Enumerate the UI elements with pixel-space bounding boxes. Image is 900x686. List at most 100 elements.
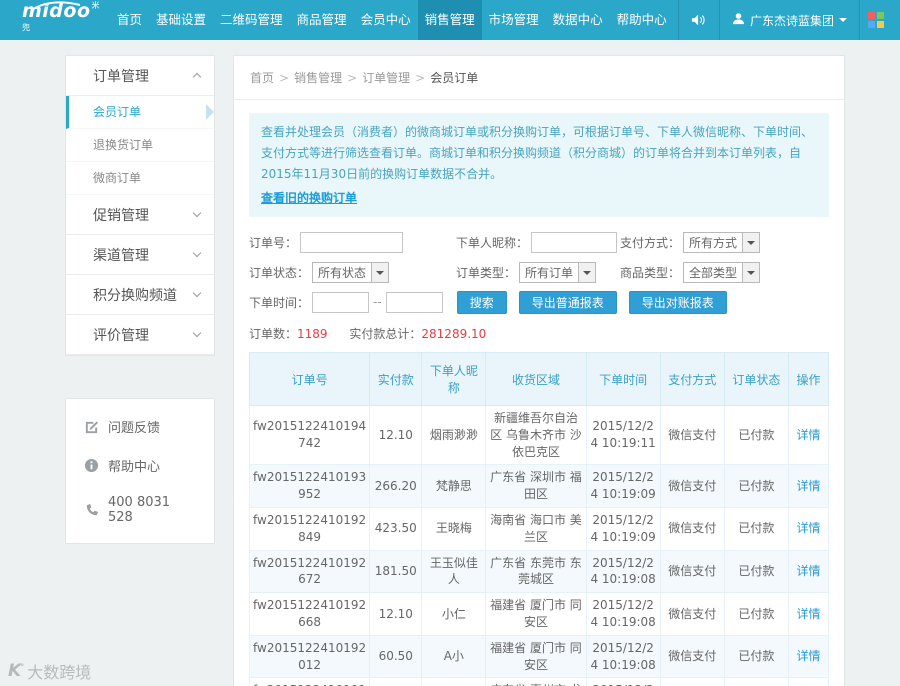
sidebar-group-2[interactable]: 渠道管理 (66, 235, 214, 275)
cell-amount: 181.50 (369, 549, 423, 594)
nav-item-2[interactable]: 二维码管理 (213, 0, 290, 40)
order-no-label: 订单号： (249, 235, 298, 250)
nav-item-5[interactable]: 销售管理 (417, 0, 482, 40)
sidebar-group-4[interactable]: 评价管理 (66, 315, 214, 355)
cell-order_no: fw2015122410191830 (248, 677, 371, 686)
sidebar: 订单管理会员订单 退换货订单 微商订单 促销管理 渠道管理积分换购频道评价管理 问题反馈… (65, 55, 215, 544)
cell-time: 2015/12/24 10:19:08 (585, 592, 661, 636)
cell-status: 已付款 (723, 549, 789, 594)
cell-action: 详情 (787, 634, 830, 679)
status-label: 订单状态： (249, 265, 310, 280)
col-header-6: 订单状态 (723, 352, 789, 406)
main-content: 首页 > 销售管理 > 订单管理 > 会员订单 查看并处理会员（消费者）的微商城订单或积分换… (233, 55, 845, 686)
sound-icon[interactable] (679, 0, 719, 40)
sidebar-group-3[interactable]: 积分换购频道 (66, 275, 214, 315)
user-menu[interactable]: 广东杰诗蓝集团 (720, 0, 859, 40)
user-icon (732, 12, 745, 28)
feedback-icon (84, 419, 99, 434)
sidebar-group-0[interactable]: 订单管理 (66, 56, 214, 96)
nav-item-8[interactable]: 帮助中心 (610, 0, 674, 40)
support-item-feedback[interactable]: 问题反馈 (66, 407, 214, 446)
nickname-input[interactable] (531, 231, 618, 253)
logo[interactable]: midoo米兜 (0, 0, 100, 41)
chevron-down-icon (192, 248, 202, 258)
nav-item-3[interactable]: 商品管理 (290, 0, 354, 40)
detail-link[interactable]: 详情 (796, 521, 820, 535)
cell-payment: 微信支付 (659, 549, 725, 594)
table-row: fw201512241019183012.10晓丹广东省 惠州市 龙门县2015… (248, 677, 830, 686)
total-paid-label: 实付款总计： (349, 327, 422, 341)
cell-status: 已付款 (723, 592, 789, 636)
cell-region: 海南省 海口市 美兰区 (485, 506, 587, 551)
breadcrumb-separator: > (279, 71, 290, 85)
export-statement-button[interactable]: 导出对账报表 (628, 290, 727, 314)
payment-select[interactable]: 所有方式 (683, 231, 761, 253)
help-icon (84, 458, 99, 473)
cell-payment: 微信支付 (659, 464, 725, 508)
sidebar-group-1[interactable]: 促销管理 (66, 195, 214, 235)
cell-payment: 微信支付 (659, 404, 725, 466)
support-item-phone[interactable]: 400 8031 528 (66, 485, 214, 535)
sidebar-item-0-0[interactable]: 会员订单 (66, 96, 214, 129)
search-button[interactable]: 搜索 (456, 290, 507, 314)
cell-status: 已付款 (723, 464, 789, 508)
goods-type-select[interactable]: 全部类型 (683, 261, 761, 283)
nav-item-6[interactable]: 市场管理 (482, 0, 546, 40)
table-row: fw2015122410192849 423.50 王晓梅 海南省 海口市 美兰区 20… (248, 506, 830, 551)
order-type-select[interactable]: 所有订单 (519, 261, 597, 283)
cell-order_no: fw2015122410192668 (248, 592, 371, 636)
nav-item-0[interactable]: 首页 (110, 0, 149, 40)
support-item-help[interactable]: 帮助中心 (66, 446, 214, 485)
watermark-brand: 大数跨境 (27, 663, 92, 682)
breadcrumb-item-2[interactable]: 订单管理 (362, 71, 410, 85)
breadcrumb-item-1[interactable]: 销售管理 (294, 71, 342, 85)
chevron-down-icon (192, 288, 202, 298)
sidebar-item-0-2[interactable]: 微商订单 (66, 162, 214, 195)
orders-table: 订单号 实付款 下单人昵称 收货区域 下单时间 支付方式 订单状态 操作 fw20151224… (248, 352, 830, 686)
nickname-label: 下单人昵称： (456, 235, 529, 250)
detail-link[interactable]: 详情 (796, 607, 820, 621)
cell-order_no: fw2015122410192849 (248, 506, 371, 551)
cell-payment: 微信支付 (659, 506, 725, 551)
order-type-label: 订单类型： (456, 265, 517, 280)
chevron-up-icon (192, 72, 202, 82)
breadcrumb-separator: > (347, 71, 358, 85)
export-report-button[interactable]: 导出普通报表 (518, 290, 617, 314)
nav-item-1[interactable]: 基础设置 (149, 0, 213, 40)
cell-amount: 60.50 (369, 634, 423, 679)
sidebar-item-0-1[interactable]: 退换货订单 (66, 129, 214, 162)
cell-region: 广东省 惠州市 龙门县 (485, 677, 587, 686)
orders-tbody: fw2015122410194742 12.10 烟雨渺渺 新疆维吾尔自治区 乌鲁木齐… (248, 404, 830, 686)
breadcrumb-separator: > (415, 71, 426, 85)
order-time-label: 下单时间： (249, 295, 310, 310)
topbar-divider (859, 0, 860, 40)
sidebar-group-label: 订单管理 (93, 68, 149, 85)
payment-select-value: 所有方式 (689, 235, 738, 250)
time-to-input[interactable] (385, 291, 443, 313)
detail-link[interactable]: 详情 (796, 479, 820, 493)
cell-region: 新疆维吾尔自治区 乌鲁木齐市 沙依巴克区 (485, 404, 587, 466)
cell-nickname: 晓丹 (421, 677, 487, 686)
chevron-down-icon (192, 208, 202, 218)
order-count-value: 1189 (297, 327, 328, 341)
detail-link[interactable]: 详情 (796, 564, 820, 578)
status-select[interactable]: 所有状态 (312, 261, 390, 283)
order-no-input[interactable] (300, 231, 404, 253)
detail-link[interactable]: 详情 (796, 428, 820, 442)
table-row: fw2015122410193952 266.20 梵静思 广东省 深圳市 福田区 20… (248, 464, 830, 508)
col-header-3: 收货区域 (485, 352, 587, 406)
topbar-right: 广东杰诗蓝集团 (677, 0, 900, 40)
old-orders-link[interactable]: 查看旧的换购订单 (261, 188, 357, 209)
cell-order_no: fw2015122410193952 (248, 464, 371, 508)
cell-amount: 12.10 (369, 677, 423, 686)
nav-item-4[interactable]: 会员中心 (354, 0, 418, 40)
table-row: fw2015122410194742 12.10 烟雨渺渺 新疆维吾尔自治区 乌鲁木齐… (248, 404, 830, 466)
time-from-input[interactable] (312, 291, 370, 313)
nav-item-7[interactable]: 数据中心 (546, 0, 610, 40)
breadcrumb-item-0[interactable]: 首页 (250, 71, 274, 85)
sidebar-group-label: 积分换购频道 (93, 287, 177, 304)
detail-link[interactable]: 详情 (796, 649, 820, 663)
col-header-7: 操作 (787, 352, 830, 406)
apps-grid-icon[interactable] (868, 12, 884, 28)
cell-nickname: 梵静思 (421, 464, 487, 508)
